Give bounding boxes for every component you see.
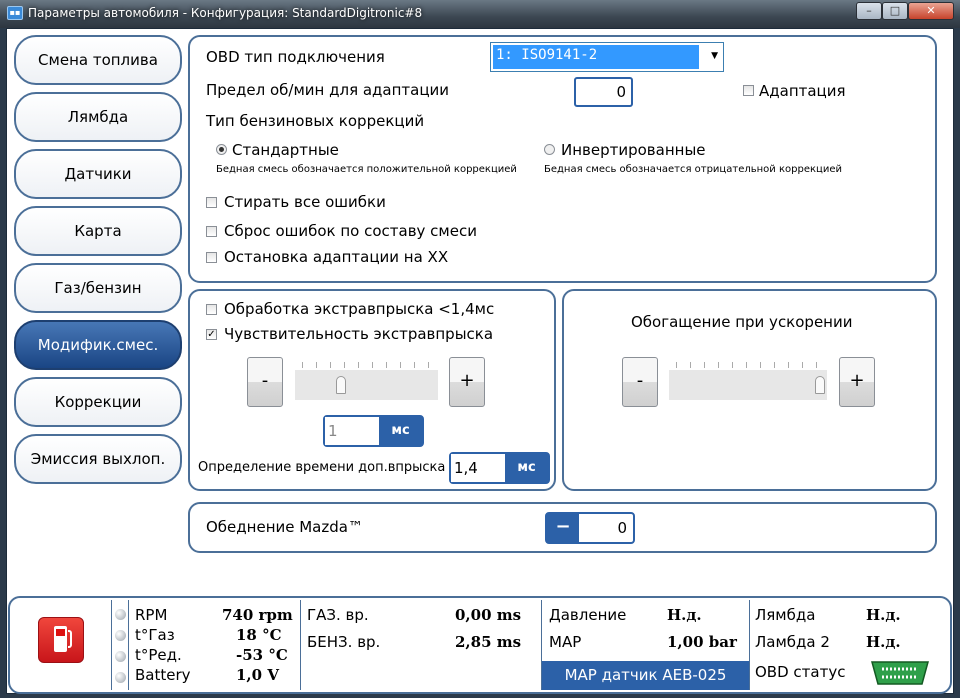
reducer-temp-label: t°Ред. — [135, 646, 182, 664]
title-bar: ▪▪ Параметры автомобиля - Конфигурация: … — [0, 0, 960, 28]
obd-type-select[interactable]: 1: ISO9141-2 ▼ — [490, 42, 724, 72]
slider-ticks — [676, 362, 824, 368]
obd-status-label: OBD статус — [755, 663, 846, 681]
battery-value: 1,0 V — [236, 666, 279, 684]
rpm-value: 740 rpm — [222, 606, 293, 624]
adaptation-checkbox[interactable] — [743, 85, 754, 96]
sidebar-item-4[interactable]: Газ/бензин — [14, 263, 182, 313]
sensitivity-value-field[interactable]: 1 мс — [323, 415, 424, 447]
window-title: Параметры автомобиля - Конфигурация: Sta… — [28, 6, 423, 20]
extra-injection-processing-label: Обработка экстравпрыска <1,4мс — [224, 300, 495, 318]
acceleration-plus-button[interactable]: + — [839, 357, 875, 407]
gas-temp-led-icon — [115, 630, 126, 641]
mazda-minus-button[interactable]: − — [547, 514, 579, 542]
stop-adaptation-idle-label: Остановка адаптации на XX — [224, 248, 449, 266]
lambda-label: Лямбда — [755, 606, 816, 624]
standard-hint: Бедная смесь обозначается положительной … — [216, 164, 517, 175]
pressure-label: Давление — [549, 606, 627, 624]
standard-label: Стандартные — [232, 141, 339, 159]
stop-adaptation-idle-checkbox[interactable] — [206, 252, 217, 263]
chevron-down-icon: ▼ — [711, 51, 718, 61]
sidebar-item-5[interactable]: Модифик.смес. — [14, 320, 182, 370]
gas-time-label: ГАЗ. вр. — [307, 606, 369, 624]
maximize-button[interactable]: □ — [882, 2, 908, 20]
map-sensor-label: MAP датчик AEB-025 — [542, 661, 749, 690]
mazda-lean-value[interactable]: 0 — [579, 514, 633, 542]
mazda-lean-label: Обеднение Mazda™ — [206, 518, 363, 536]
sidebar-item-7[interactable]: Эмиссия выхлоп. — [14, 434, 182, 484]
injection-time-unit: мс — [517, 460, 536, 475]
lambda2-value: Н.д. — [866, 633, 901, 651]
reducer-temp-value: -53 °C — [236, 646, 288, 664]
slider-thumb[interactable] — [815, 376, 825, 394]
petrol-time-value: 2,85 ms — [455, 633, 522, 651]
mazda-lean-field[interactable]: − 0 — [545, 512, 635, 544]
sensitivity-value[interactable]: 1 — [325, 417, 379, 445]
sidebar-item-0[interactable]: Смена топлива — [14, 35, 182, 85]
injection-time-value[interactable]: 1,4 — [451, 454, 505, 482]
fuel-pump-icon — [38, 617, 84, 663]
extra-injection-sensitivity-label: Чувствительность экстравпрыска — [224, 325, 494, 343]
lambda2-label: Ламбда 2 — [755, 633, 830, 651]
clear-errors-checkbox[interactable] — [206, 197, 217, 208]
rpm-label: RPM — [135, 606, 168, 624]
sensitivity-slider[interactable] — [295, 370, 438, 400]
obd-type-value: 1: ISO9141-2 — [493, 45, 699, 69]
lambda-value: Н.д. — [866, 606, 901, 624]
divider — [111, 600, 112, 690]
rpm-led-icon — [115, 609, 126, 620]
battery-label: Battery — [135, 666, 191, 684]
battery-led-icon — [115, 672, 126, 683]
acceleration-slider[interactable] — [669, 370, 827, 400]
injection-time-label: Определение времени доп.впрыска — [198, 460, 446, 475]
injection-time-field[interactable]: 1,4 мс — [449, 452, 550, 484]
map-value: 1,00 bar — [667, 633, 737, 651]
slider-ticks — [302, 362, 438, 368]
petrol-time-label: БЕНЗ. вр. — [307, 633, 381, 651]
sensitivity-minus-button[interactable]: - — [247, 357, 283, 407]
sidebar-item-3[interactable]: Карта — [14, 206, 182, 256]
minimize-button[interactable]: – — [856, 2, 882, 20]
reset-mixture-errors-checkbox[interactable] — [206, 226, 217, 237]
rpm-limit-input[interactable]: 0 — [574, 77, 633, 107]
sidebar-item-1[interactable]: Лямбда — [14, 92, 182, 142]
pressure-value: Н.д. — [667, 606, 702, 624]
correction-type-label: Тип бензиновых коррекций — [206, 112, 425, 130]
obd-settings-panel — [188, 35, 937, 283]
adaptation-label: Адаптация — [759, 82, 846, 100]
divider — [128, 600, 129, 690]
standard-radio[interactable] — [216, 144, 227, 155]
gas-time-value: 0,00 ms — [455, 606, 522, 624]
close-button[interactable]: ✕ — [908, 2, 954, 20]
inverted-label: Инвертированные — [561, 141, 706, 159]
obd-connector-icon — [871, 661, 929, 685]
reducer-temp-led-icon — [115, 651, 126, 662]
extra-injection-processing-checkbox[interactable] — [206, 304, 217, 315]
extra-injection-sensitivity-checkbox[interactable]: ✓ — [206, 329, 217, 340]
inverted-hint: Бедная смесь обозначается отрицательной … — [544, 164, 842, 175]
divider — [749, 600, 750, 690]
reset-mixture-errors-label: Сброс ошибок по составу смеси — [224, 222, 477, 240]
obd-type-label: OBD тип подключения — [206, 48, 385, 66]
slider-thumb[interactable] — [335, 376, 346, 394]
clear-errors-label: Стирать все ошибки — [224, 193, 386, 211]
inverted-radio[interactable] — [544, 144, 555, 155]
rpm-limit-label: Предел об/мин для адаптации — [206, 81, 450, 99]
sensitivity-unit: мс — [391, 423, 410, 438]
sidebar-item-2[interactable]: Датчики — [14, 149, 182, 199]
divider — [300, 600, 301, 690]
gas-temp-label: t°Газ — [135, 626, 175, 644]
sensitivity-plus-button[interactable]: + — [449, 357, 485, 407]
acceleration-minus-button[interactable]: - — [622, 357, 658, 407]
map-label: MAP — [549, 633, 582, 651]
gas-temp-value: 18 °C — [236, 626, 282, 644]
sidebar-item-6[interactable]: Коррекции — [14, 377, 182, 427]
acceleration-enrichment-title: Обогащение при ускорении — [631, 313, 853, 331]
app-icon: ▪▪ — [7, 6, 23, 20]
